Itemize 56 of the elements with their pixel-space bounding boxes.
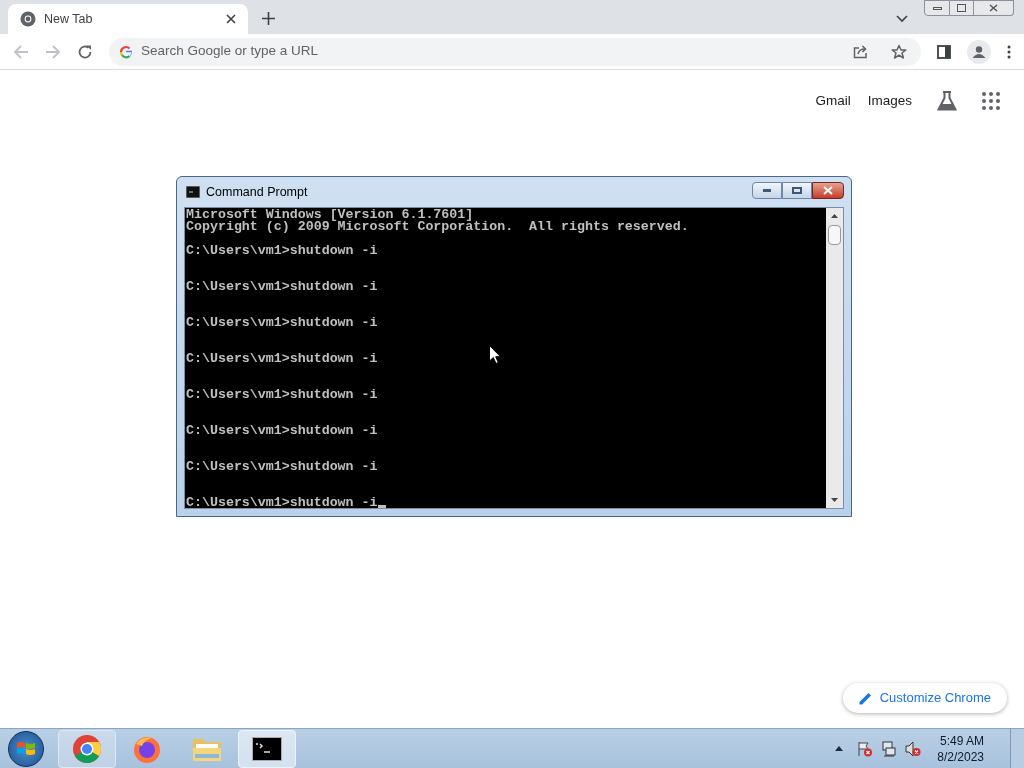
reload-icon[interactable]: [77, 43, 93, 60]
console-line: C:\Users\vm1>shutdown -i: [186, 245, 378, 257]
close-button[interactable]: [812, 181, 844, 199]
network-icon[interactable]: [881, 740, 898, 757]
console-line: C:\Users\vm1>shutdown -i: [186, 353, 378, 365]
google-logo-icon: [119, 44, 133, 59]
clock-date: 8/2/2023: [937, 748, 984, 765]
mouse-pointer-icon: [489, 345, 501, 364]
new-tab-icon[interactable]: [262, 12, 275, 25]
console-line: C:\Users\vm1>shutdown -i: [186, 461, 378, 473]
minimize-button[interactable]: [752, 181, 782, 199]
chrome-logo-icon: [20, 11, 36, 27]
chevron-down-icon[interactable]: [896, 15, 908, 23]
menu-icon[interactable]: [1007, 44, 1011, 59]
console-line: C:\Users\vm1>shutdown -i: [186, 281, 378, 293]
console-line: Copyright (c) 2009 Microsoft Corporation. All rights reserved.: [186, 221, 689, 233]
flag-error-icon[interactable]: [857, 740, 874, 757]
close-icon: [823, 185, 833, 195]
maximize-button[interactable]: [782, 181, 812, 199]
close-icon[interactable]: [226, 14, 236, 24]
browser-tab[interactable]: New Tab: [8, 4, 248, 34]
apps-grid-icon[interactable]: [982, 92, 1000, 110]
close-icon: [989, 4, 998, 12]
header-link[interactable]: Images: [867, 90, 912, 112]
profile-icon[interactable]: [967, 39, 991, 64]
close-button[interactable]: [974, 0, 1014, 16]
start-button[interactable]: [8, 730, 44, 767]
console-icon: [186, 186, 200, 198]
share-icon[interactable]: [853, 44, 869, 59]
console-line: C:\Users\vm1>shutdown -i: [186, 497, 378, 508]
pencil-icon: [858, 691, 872, 705]
flask-icon[interactable]: [936, 90, 958, 112]
side-panel-icon[interactable]: [937, 44, 951, 59]
star-icon[interactable]: [891, 43, 907, 60]
speaker-muted-icon[interactable]: [905, 740, 922, 757]
header-link[interactable]: Gmail: [815, 90, 851, 112]
clock-time: 5:49 AM: [939, 732, 984, 749]
console-line: C:\Users\vm1>shutdown -i: [186, 389, 378, 401]
scrollbar-thumb[interactable]: [828, 225, 841, 245]
console-icon[interactable]: [238, 729, 296, 768]
restore-button[interactable]: [950, 0, 974, 16]
minimize-button[interactable]: [924, 0, 950, 16]
show-hidden-icons[interactable]: [835, 746, 844, 751]
console-line: C:\Users\vm1>shutdown -i: [186, 425, 378, 437]
console-output-area[interactable]: [185, 208, 826, 508]
scroll-down-icon[interactable]: [831, 498, 838, 502]
windows-logo-icon: [16, 739, 36, 758]
scroll-up-icon[interactable]: [831, 214, 838, 218]
address-bar[interactable]: Search Google or type a URL: [109, 37, 921, 66]
tab-title: New Tab: [44, 10, 94, 28]
console-line: Microsoft Windows [Version 6.1.7601]: [186, 209, 474, 221]
window-title: Command Prompt: [206, 183, 308, 201]
chrome-logo-icon[interactable]: [58, 729, 116, 768]
scrollbar[interactable]: [826, 208, 843, 508]
console-line: C:\Users\vm1>shutdown -i: [186, 317, 378, 329]
customize-chrome-button[interactable]: Customize Chrome: [842, 683, 1007, 713]
